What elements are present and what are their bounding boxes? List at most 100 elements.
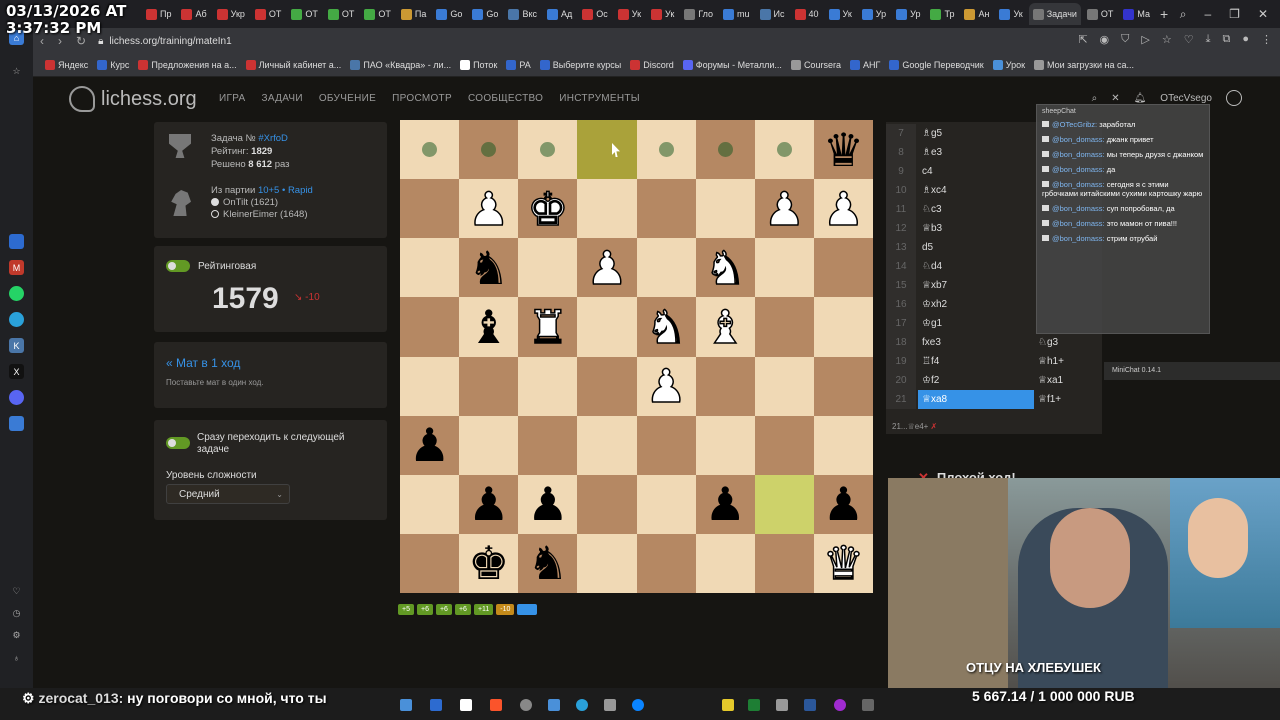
black-knight-icon[interactable]: ♞	[468, 245, 509, 291]
board-square[interactable]: ♟	[695, 474, 755, 534]
browser-tab[interactable]: Аб	[177, 3, 210, 25]
black-pawn-icon[interactable]: ♟	[409, 422, 450, 468]
board-square[interactable]	[577, 120, 637, 180]
move-dest-dot[interactable]	[658, 142, 674, 158]
browser-tab[interactable]: Go	[432, 3, 466, 25]
board-square[interactable]	[695, 179, 755, 239]
browser-tab[interactable]: Ис	[756, 3, 789, 25]
board-square[interactable]: ♟	[459, 179, 519, 239]
board-square[interactable]	[636, 533, 696, 593]
play-icon[interactable]: ▷	[1141, 33, 1149, 46]
board-square[interactable]: ♞	[459, 238, 519, 298]
browser-tab[interactable]: Пр	[142, 3, 175, 25]
board-square[interactable]	[636, 120, 696, 180]
board-square[interactable]	[813, 238, 873, 298]
whatsapp-icon[interactable]	[9, 286, 24, 301]
board-square[interactable]: ♞	[518, 533, 578, 593]
board-square[interactable]: ♟	[813, 179, 873, 239]
board-square[interactable]: ♞	[695, 238, 755, 298]
board-square[interactable]	[636, 179, 696, 239]
board-square[interactable]	[400, 533, 460, 593]
excel-icon[interactable]	[748, 699, 760, 711]
bookmark-item[interactable]: Яндекс	[45, 60, 88, 70]
browser-tab[interactable]: Ук	[647, 3, 678, 25]
board-square[interactable]	[636, 238, 696, 298]
move-dest-dot[interactable]	[776, 142, 792, 158]
board-square[interactable]	[577, 297, 637, 357]
white-rook-icon[interactable]: ♜	[526, 303, 569, 351]
board-square[interactable]	[813, 356, 873, 416]
white-move[interactable]: ♕xb7	[922, 276, 947, 295]
site-logo[interactable]: lichess.org	[69, 86, 197, 112]
white-move[interactable]: ♖f4	[922, 352, 939, 371]
black-pawn-icon[interactable]: ♟	[705, 481, 746, 527]
search-tabs-icon[interactable]: ⌕	[1180, 7, 1187, 22]
notification-bell-icon[interactable]: 🔔︎	[1134, 93, 1147, 104]
board-square[interactable]	[459, 120, 519, 180]
history-icon[interactable]: ◷	[9, 606, 24, 621]
board-square[interactable]	[695, 120, 755, 180]
rated-toggle[interactable]	[166, 260, 190, 272]
board-square[interactable]: ♟	[754, 179, 814, 239]
white-move[interactable]: ♘c3	[922, 200, 942, 219]
game-link[interactable]: 10+5 • Rapid	[258, 185, 313, 196]
nav-item[interactable]: ПРОСМОТР	[392, 93, 452, 104]
board-square[interactable]	[518, 415, 578, 475]
board-square[interactable]	[695, 356, 755, 416]
taskbar-app-icon[interactable]	[722, 699, 734, 711]
white-move[interactable]: ♕xa8	[918, 390, 1034, 409]
board-square[interactable]	[400, 238, 460, 298]
menu-icon[interactable]: ⋮	[1261, 33, 1272, 46]
black-knight-icon[interactable]: ♞	[527, 540, 568, 586]
taskbar-app-icon[interactable]	[520, 699, 532, 711]
board-square[interactable]	[577, 356, 637, 416]
board-square[interactable]	[813, 415, 873, 475]
white-move[interactable]: ♗g5	[922, 124, 942, 143]
app-icon[interactable]	[9, 234, 24, 249]
taskbar-app-icon[interactable]	[548, 699, 560, 711]
history-result[interactable]: +6	[416, 604, 433, 615]
history-current[interactable]	[517, 604, 538, 615]
app2-icon[interactable]	[9, 416, 24, 431]
white-pawn-icon[interactable]: ♟	[586, 244, 629, 292]
board-square[interactable]: ♝	[695, 297, 755, 357]
board-square[interactable]	[695, 533, 755, 593]
browser-tab[interactable]: Вкс	[504, 3, 541, 25]
browser-tab[interactable]: Go	[468, 3, 502, 25]
username[interactable]: OTecVsego	[1160, 93, 1212, 104]
browser-tab[interactable]: Ан	[960, 3, 993, 25]
browser-tab[interactable]: mu	[719, 3, 754, 25]
move-dest-dot[interactable]	[422, 142, 438, 158]
challenge-icon[interactable]: ✕	[1111, 93, 1119, 104]
board-square[interactable]	[400, 120, 460, 180]
board-square[interactable]	[813, 297, 873, 357]
shield-icon[interactable]: ⛉	[1121, 33, 1129, 46]
browser-tab[interactable]: Ук	[614, 3, 645, 25]
nav-item[interactable]: ЗАДАЧИ	[261, 93, 302, 104]
download-icon[interactable]: ⤓	[1206, 33, 1211, 46]
url-text[interactable]: lichess.org/training/mateIn1	[109, 36, 231, 47]
board-square[interactable]: ♟	[400, 415, 460, 475]
auto-next-toggle[interactable]	[166, 437, 190, 449]
board-square[interactable]: ♛	[813, 120, 873, 180]
brave-icon[interactable]	[490, 699, 502, 711]
x-icon[interactable]: X	[9, 364, 24, 379]
board-square[interactable]	[518, 238, 578, 298]
nav-item[interactable]: ИГРА	[219, 93, 245, 104]
black-queen-icon[interactable]: ♛	[823, 127, 864, 173]
browser-tab[interactable]: Ур	[858, 3, 890, 25]
board-square[interactable]	[695, 415, 755, 475]
board-square[interactable]	[400, 179, 460, 239]
maximize-icon[interactable]: ❐	[1229, 7, 1240, 21]
black-move[interactable]: ♘g3	[1038, 333, 1058, 352]
black-pawn-icon[interactable]: ♟	[468, 481, 509, 527]
board-square[interactable]: ♚	[459, 533, 519, 593]
history-result[interactable]: +5	[398, 604, 414, 615]
browser-tab[interactable]: ОТ	[287, 3, 322, 25]
white-bishop-icon[interactable]: ♝	[704, 303, 747, 351]
discord-icon[interactable]	[9, 390, 24, 405]
white-move[interactable]: ♔g1	[922, 314, 942, 333]
board-square[interactable]	[754, 356, 814, 416]
bookmark-item[interactable]: Предложения на а...	[138, 60, 237, 70]
browser-tab[interactable]: Ос	[578, 3, 612, 25]
